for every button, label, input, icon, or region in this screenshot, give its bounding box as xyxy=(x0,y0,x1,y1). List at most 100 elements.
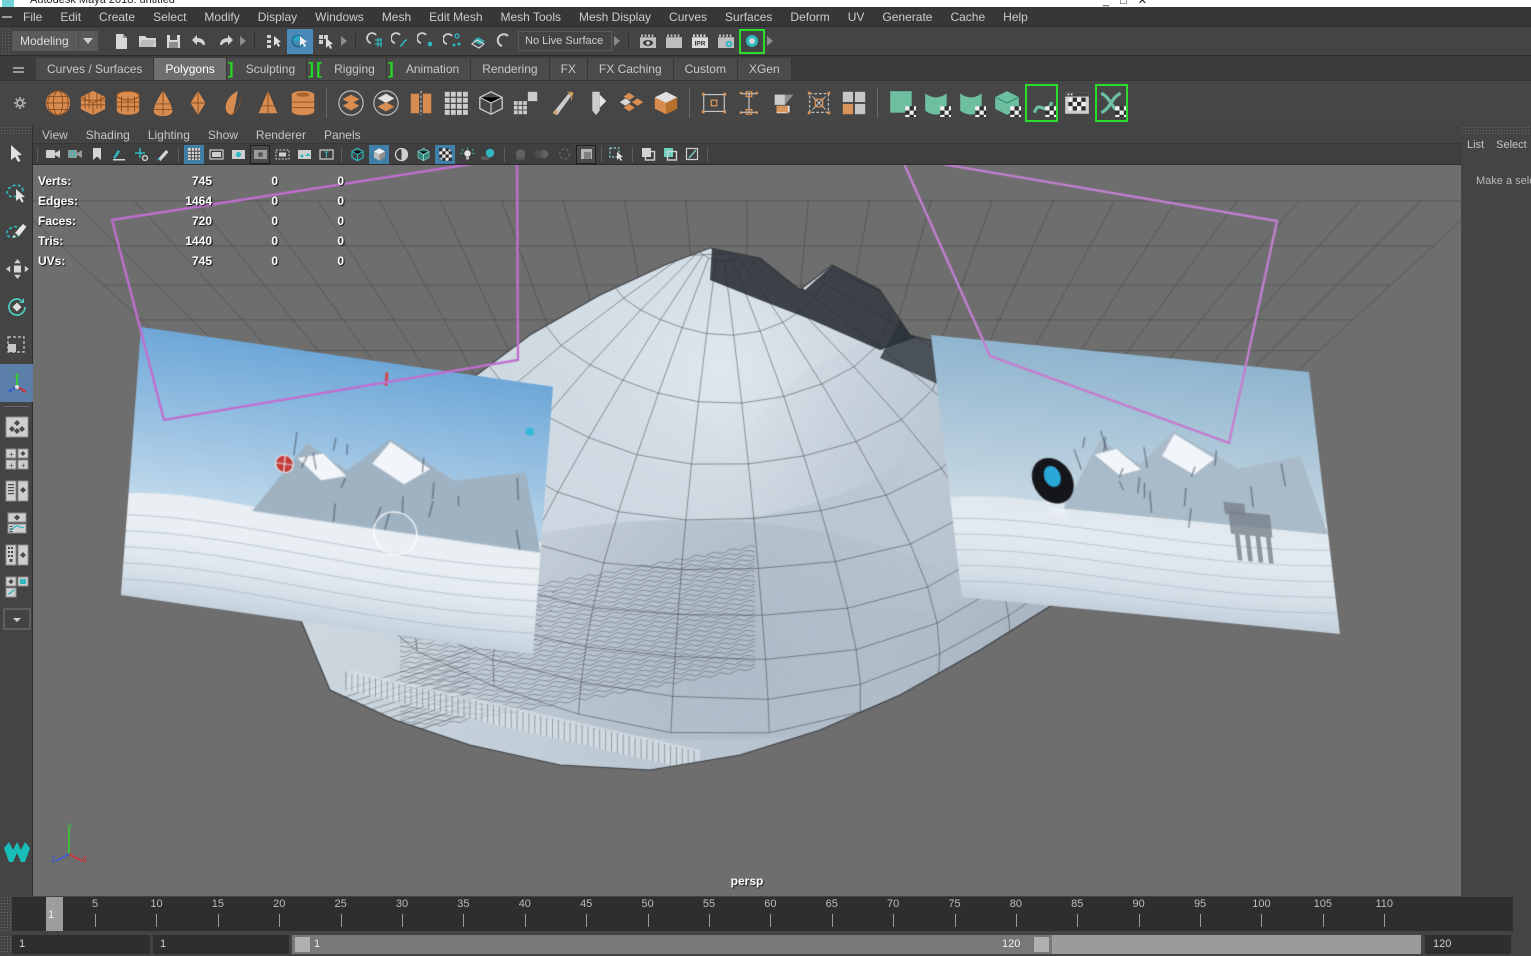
safe-action-icon[interactable] xyxy=(294,145,314,164)
poly-smooth-icon[interactable] xyxy=(438,83,473,123)
smooth-shade-all-icon[interactable] xyxy=(369,145,389,164)
status-line-gripper[interactable] xyxy=(1,28,10,54)
exposure-icon[interactable] xyxy=(682,145,702,164)
viewport-menu-panels[interactable]: Panels xyxy=(315,127,370,143)
time-slider-track[interactable]: 1 5 10 15 20 25 30 35 40 45 50 55 60 65 70 75 80 85 90 95 1… xyxy=(12,897,1513,931)
shelf-gripper[interactable] xyxy=(0,56,36,80)
texture-cube-icon[interactable] xyxy=(989,83,1024,123)
menu-curves[interactable]: Curves xyxy=(660,7,716,27)
file-group-arrow[interactable] xyxy=(238,29,248,53)
layout-persp-render[interactable] xyxy=(0,571,33,603)
uv-planar-icon[interactable] xyxy=(696,83,731,123)
move-tool[interactable] xyxy=(0,250,33,288)
chevron-down-icon[interactable] xyxy=(78,32,97,50)
menu-set-selector[interactable]: Modeling xyxy=(12,31,98,51)
menu-edit-mesh[interactable]: Edit Mesh xyxy=(420,7,491,27)
menu-select[interactable]: Select xyxy=(144,7,195,27)
xray-icon[interactable] xyxy=(638,145,658,164)
menu-surfaces[interactable]: Surfaces xyxy=(716,7,781,27)
select-group-arrow[interactable] xyxy=(339,29,349,53)
menu-cache[interactable]: Cache xyxy=(941,7,994,27)
grid-toggle-icon[interactable] xyxy=(184,145,204,164)
shelf-tab-rigging[interactable]: Rigging xyxy=(323,58,387,80)
viewport-menu-show[interactable]: Show xyxy=(199,127,247,143)
menu-generate[interactable]: Generate xyxy=(873,7,941,27)
ipr-render-icon[interactable]: IPR xyxy=(687,29,713,54)
poly-extrude-icon[interactable] xyxy=(508,83,543,123)
render-group-arrow[interactable] xyxy=(765,29,775,53)
shadows-icon[interactable] xyxy=(479,145,499,164)
select-camera-icon[interactable] xyxy=(43,145,63,164)
viewport-canvas[interactable] xyxy=(33,165,1461,896)
isolate-select-icon[interactable] xyxy=(607,145,627,164)
grease-pencil-icon[interactable] xyxy=(153,145,173,164)
resolution-gate-icon[interactable] xyxy=(228,145,248,164)
field-chart-icon[interactable] xyxy=(272,145,292,164)
viewport-menu-view[interactable]: View xyxy=(33,127,77,143)
scale-tool[interactable] xyxy=(0,326,33,364)
gate-mask-icon[interactable] xyxy=(250,145,270,164)
lasso-select-tool[interactable] xyxy=(0,174,33,212)
poly-disc-icon[interactable] xyxy=(250,83,285,123)
hypershade-icon[interactable] xyxy=(739,29,765,54)
poly-quad-draw-icon[interactable] xyxy=(613,83,648,123)
texture-plane-icon[interactable] xyxy=(884,83,919,123)
snap-to-grid-icon[interactable] xyxy=(362,29,388,54)
range-slider[interactable]: 1 120 xyxy=(292,935,1421,954)
poly-bridge-icon[interactable] xyxy=(648,83,683,123)
range-slider-gripper[interactable] xyxy=(0,935,12,954)
poly-target-weld-icon[interactable] xyxy=(578,83,613,123)
uv-camera-icon[interactable] xyxy=(801,83,836,123)
screen-space-ao-icon[interactable] xyxy=(510,145,530,164)
save-scene-icon[interactable] xyxy=(160,29,186,54)
shelf-tab-fx[interactable]: FX xyxy=(550,58,588,80)
shelf-tab-sculpting[interactable]: Sculpting xyxy=(235,58,307,80)
shelf-tab-animation[interactable]: Animation xyxy=(395,58,471,80)
menu-uv[interactable]: UV xyxy=(839,7,874,27)
shelf-tab-polygons[interactable]: Polygons xyxy=(154,58,226,80)
menu-mesh-tools[interactable]: Mesh Tools xyxy=(492,7,570,27)
bookmark-icon[interactable] xyxy=(87,145,107,164)
menu-deform[interactable]: Deform xyxy=(781,7,838,27)
shelf-tab-curves-surfaces[interactable]: Curves / Surfaces xyxy=(36,58,154,80)
poly-cube-icon[interactable] xyxy=(75,83,110,123)
uv-automatic-icon[interactable] xyxy=(766,83,801,123)
layout-single-pane[interactable] xyxy=(0,411,33,443)
menu-file[interactable]: File xyxy=(14,7,51,27)
safe-title-icon[interactable]: T xyxy=(316,145,336,164)
layout-four-pane[interactable]: + + + xyxy=(0,443,33,475)
channel-box-menu-list[interactable]: List xyxy=(1461,138,1490,152)
menu-edit[interactable]: Edit xyxy=(51,7,90,27)
snap-group-arrow[interactable] xyxy=(612,29,622,53)
shelf-options-gear-icon[interactable] xyxy=(0,81,40,125)
paint-select-tool[interactable] xyxy=(0,212,33,250)
select-by-object-type-icon[interactable] xyxy=(287,29,313,54)
rotate-tool[interactable] xyxy=(0,288,33,326)
uv-editor-icon[interactable] xyxy=(1059,83,1094,123)
render-sequence-icon[interactable] xyxy=(661,29,687,54)
channel-box-gripper[interactable] xyxy=(1461,126,1531,135)
shelf-tab-xgen[interactable]: XGen xyxy=(738,58,792,80)
poly-torus-icon[interactable] xyxy=(180,83,215,123)
open-scene-icon[interactable] xyxy=(134,29,160,54)
render-settings-icon[interactable] xyxy=(713,29,739,54)
select-by-hierarchy-icon[interactable] xyxy=(261,29,287,54)
wireframe-shading-icon[interactable] xyxy=(347,145,367,164)
texture-curve-icon[interactable] xyxy=(919,83,954,123)
texture-shading-icon[interactable] xyxy=(435,145,455,164)
layout-more-dropdown[interactable] xyxy=(0,603,33,635)
make-live-icon[interactable] xyxy=(492,29,518,54)
multisample-aa-icon[interactable] xyxy=(554,145,574,164)
viewport-menu-shading[interactable]: Shading xyxy=(77,127,139,143)
poly-pipe-icon[interactable] xyxy=(285,83,320,123)
shade-wireframe-icon[interactable] xyxy=(391,145,411,164)
perspective-viewport[interactable]: Verts: 745 0 0 Edges: 1464 0 0 Faces: 720 0 0 Tris: 1… xyxy=(33,165,1461,896)
motion-blur-icon[interactable] xyxy=(532,145,552,164)
playback-start-time-field[interactable]: 1 xyxy=(153,935,289,954)
viewport-menu-lighting[interactable]: Lighting xyxy=(139,127,199,143)
poly-cylinder-icon[interactable] xyxy=(110,83,145,123)
poly-mirror-icon[interactable] xyxy=(403,83,438,123)
shelf-tab-rendering[interactable]: Rendering xyxy=(471,58,549,80)
depth-of-field-icon[interactable] xyxy=(576,145,596,164)
poly-cone-icon[interactable] xyxy=(145,83,180,123)
